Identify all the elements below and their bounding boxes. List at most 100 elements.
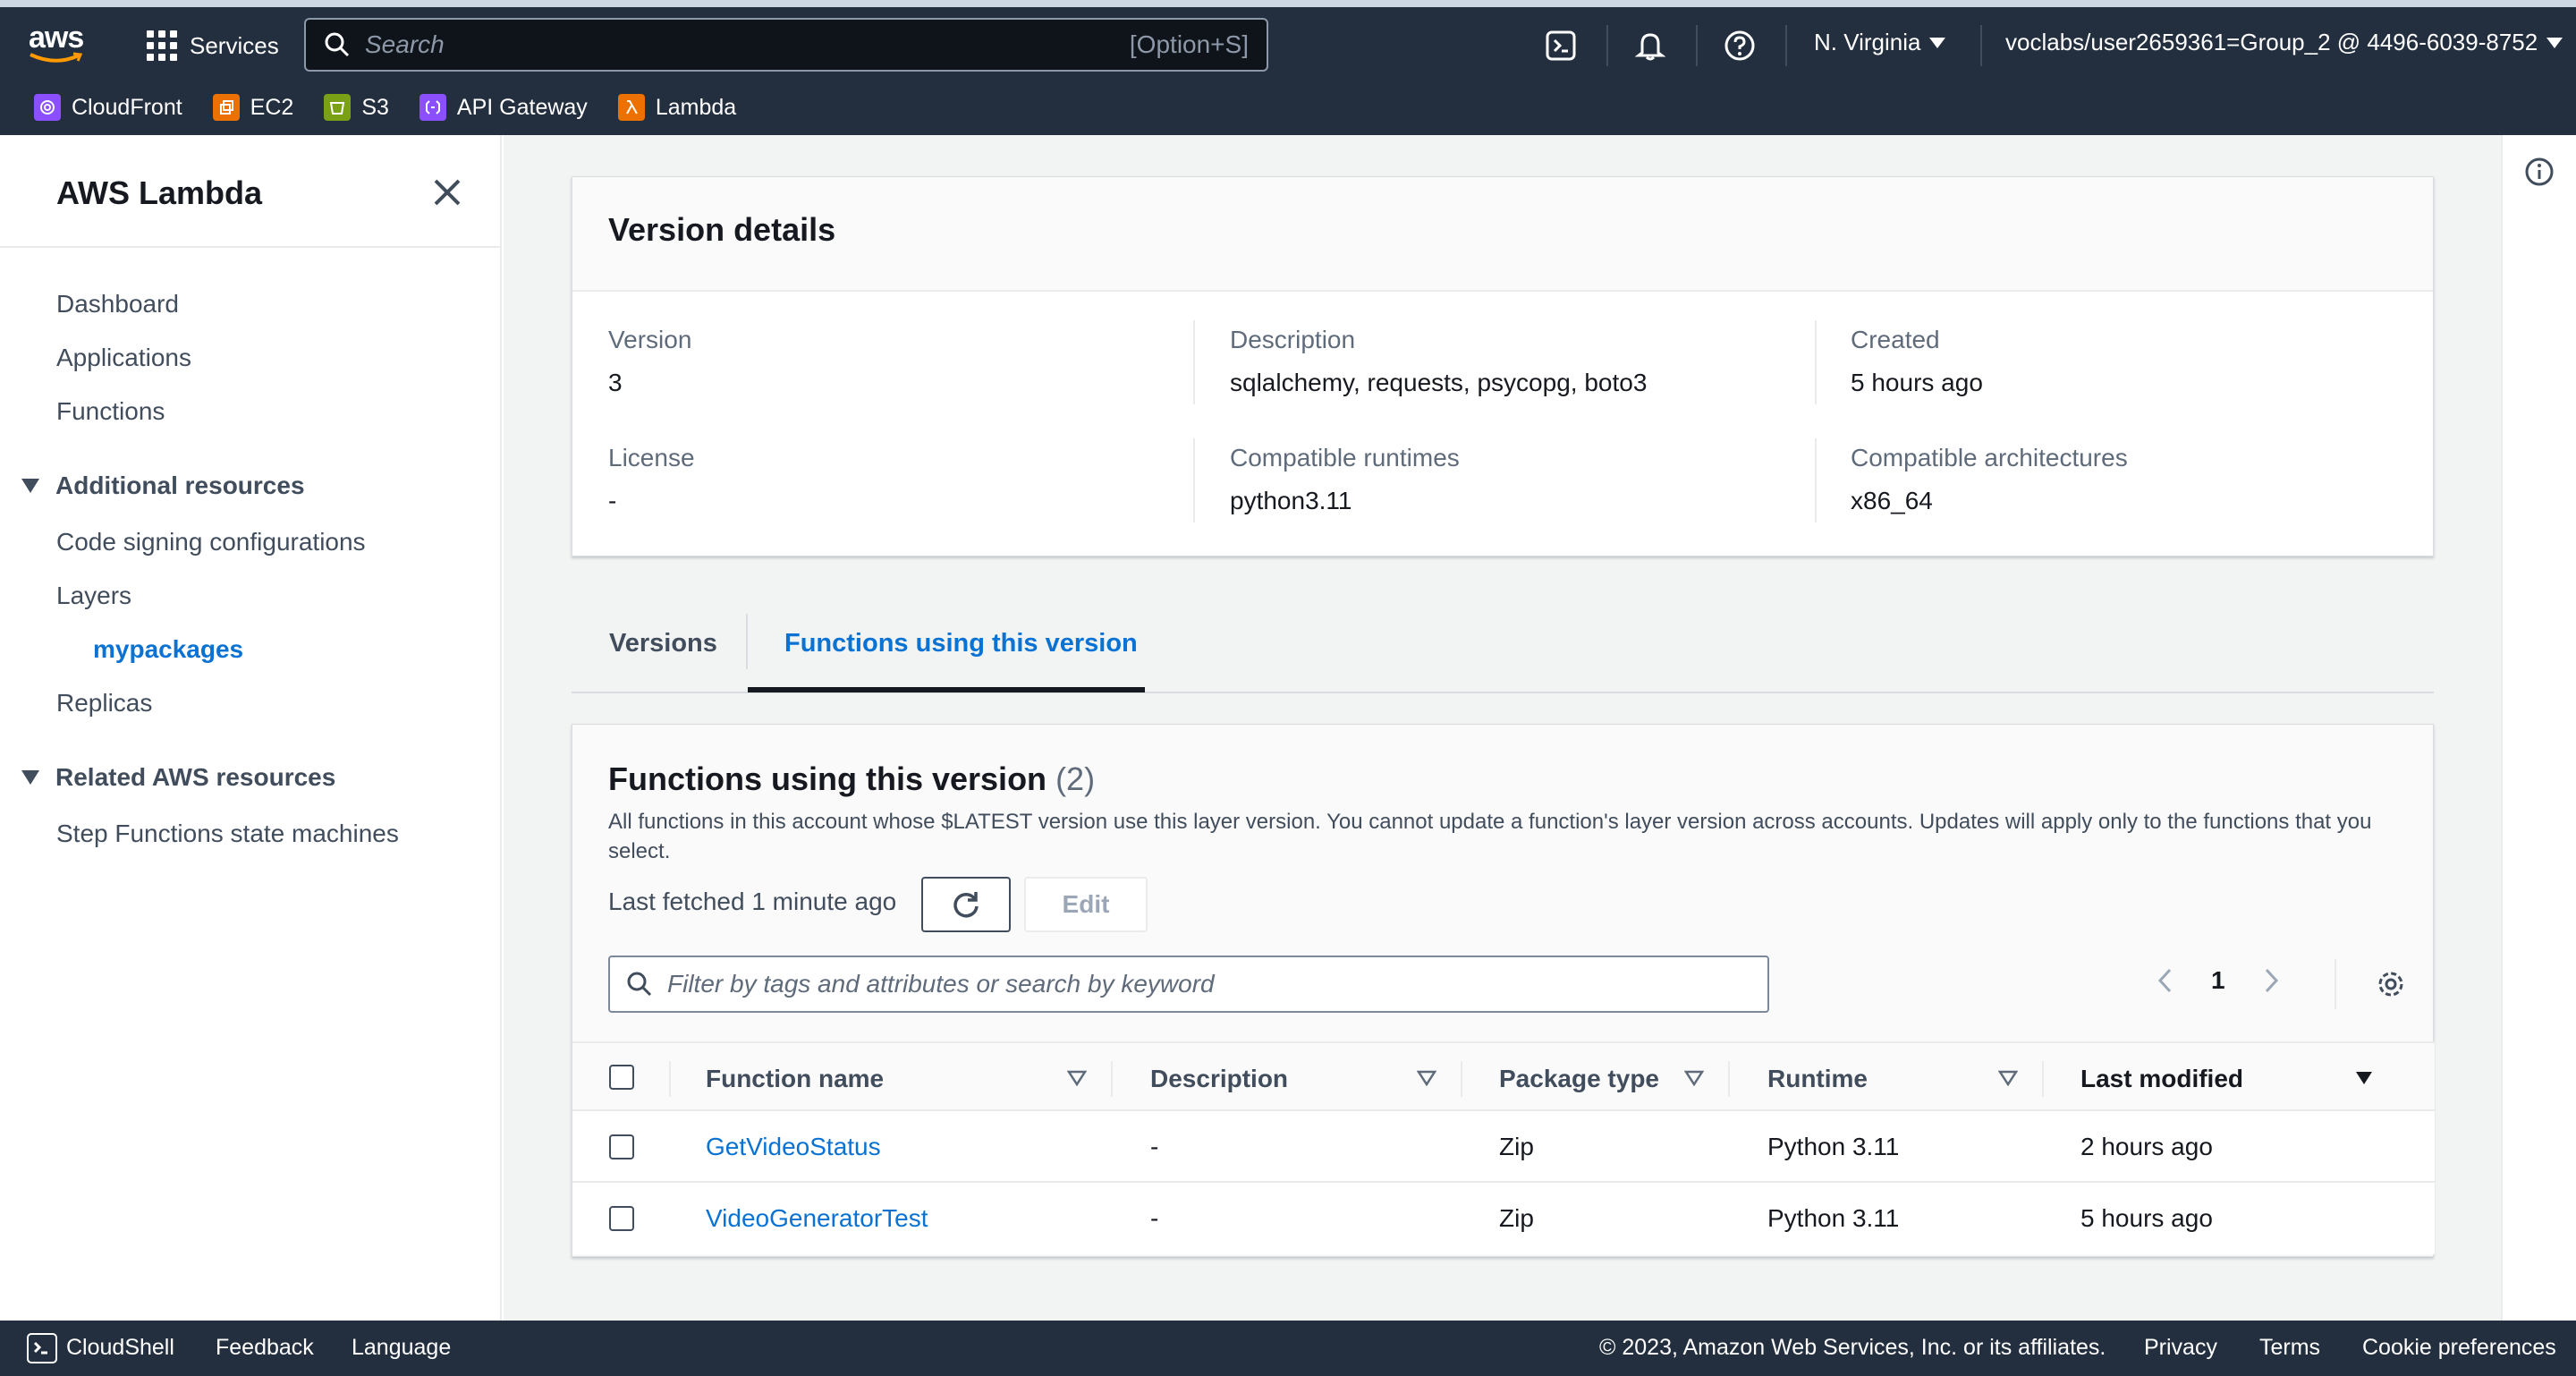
field-value-created: 5 hours ago (1851, 369, 1983, 396)
sort-icon[interactable] (1067, 1070, 1087, 1086)
help-icon[interactable] (1721, 27, 1758, 64)
aws-logo[interactable]: aws (29, 22, 93, 66)
chevron-right-icon[interactable] (2261, 966, 2281, 995)
sidebar-item-dashboard[interactable]: Dashboard (56, 290, 179, 319)
tab-versions[interactable]: Versions (609, 629, 717, 658)
pager-divider (2334, 959, 2336, 1009)
search-placeholder: Search (365, 30, 445, 58)
s3-icon (324, 94, 352, 121)
sidebar-item-mypackages[interactable]: mypackages (93, 635, 243, 664)
cloudfront-icon (34, 94, 61, 121)
caret-down-icon (21, 479, 39, 493)
column-header-last-modified[interactable]: Last modified (2080, 1065, 2243, 1093)
pagination: 1 (2156, 966, 2281, 995)
column-divider (1815, 438, 1817, 522)
aws-smile-icon (30, 52, 83, 63)
lambda-icon (617, 94, 645, 121)
tab-functions-using-version[interactable]: Functions using this version (784, 629, 1138, 658)
sort-icon[interactable] (1684, 1070, 1704, 1086)
bell-icon[interactable] (1631, 27, 1669, 64)
select-all-checkbox[interactable] (609, 1065, 634, 1090)
sidebar: AWS Lambda Dashboard Applications Functi… (0, 135, 502, 1321)
sidebar-title[interactable]: AWS Lambda (56, 174, 262, 212)
sidebar-item-functions[interactable]: Functions (56, 397, 165, 426)
sidebar-item-replicas[interactable]: Replicas (56, 689, 152, 718)
favorite-s3[interactable]: S3 (324, 94, 389, 121)
column-header-function-name[interactable]: Function name (706, 1065, 884, 1093)
services-label: Services (190, 31, 279, 59)
services-menu-button[interactable]: Services (147, 27, 279, 64)
column-divider (669, 1061, 671, 1097)
field-label: Compatible runtimes (1230, 444, 1460, 471)
column-header-runtime[interactable]: Runtime (1767, 1065, 1868, 1093)
favorite-lambda[interactable]: Lambda (617, 94, 736, 121)
column-divider (1728, 1061, 1730, 1097)
region-selector[interactable]: N. Virginia (1814, 29, 1946, 56)
row-checkbox[interactable] (609, 1134, 634, 1159)
refresh-icon (953, 892, 979, 918)
account-label: voclabs/user2659361=Group_2 @ 4496-6039-… (2005, 29, 2538, 55)
api-gateway-icon (419, 94, 446, 121)
favorite-label: EC2 (250, 94, 294, 120)
footer-feedback-link[interactable]: Feedback (216, 1335, 314, 1361)
field-label: Compatible architectures (1851, 444, 2128, 471)
sidebar-item-code-signing[interactable]: Code signing configurations (56, 528, 366, 556)
cloudshell-icon[interactable] (27, 1333, 57, 1363)
help-panel-rail (2501, 135, 2576, 1321)
version-details-panel: Version details Version 3 Description sq… (572, 176, 2434, 556)
favorite-ec2[interactable]: EC2 (212, 94, 294, 121)
table-header: Function name Description Package type R… (572, 1041, 2435, 1111)
footer-copyright: © 2023, Amazon Web Services, Inc. or its… (1599, 1335, 2106, 1360)
table-row: GetVideoStatus - Zip Python 3.11 2 hours… (572, 1111, 2435, 1183)
chevron-left-icon[interactable] (2156, 966, 2175, 995)
region-label: N. Virginia (1814, 29, 1921, 55)
footer-terms-link[interactable]: Terms (2259, 1335, 2320, 1361)
row-checkbox[interactable] (609, 1206, 634, 1231)
footer-language-link[interactable]: Language (352, 1335, 451, 1361)
panel-title-text: Functions using this version (608, 760, 1047, 797)
nav-divider (1785, 25, 1787, 66)
functions-count: (2) (1055, 760, 1096, 797)
close-icon[interactable] (431, 176, 463, 208)
current-page[interactable]: 1 (2211, 966, 2225, 995)
search-input[interactable]: Search [Option+S] (304, 18, 1268, 72)
tab-divider (746, 614, 748, 669)
column-divider (1815, 320, 1817, 404)
refresh-button[interactable] (921, 877, 1011, 932)
filter-input[interactable]: Filter by tags and attributes or search … (608, 956, 1769, 1013)
filter-placeholder: Filter by tags and attributes or search … (667, 970, 1215, 998)
function-name-link[interactable]: GetVideoStatus (706, 1133, 881, 1161)
function-name-link[interactable]: VideoGeneratorTest (706, 1204, 928, 1233)
favorite-label: S3 (361, 94, 389, 120)
footer-cookie-preferences-link[interactable]: Cookie preferences (2362, 1335, 2556, 1361)
info-icon[interactable] (2524, 157, 2555, 187)
field-value-version: 3 (608, 369, 623, 396)
sidebar-item-step-functions[interactable]: Step Functions state machines (56, 820, 399, 848)
sidebar-item-layers[interactable]: Layers (56, 582, 131, 610)
sidebar-item-applications[interactable]: Applications (56, 344, 191, 372)
gear-icon[interactable] (2375, 968, 2407, 1000)
caret-down-icon (1929, 37, 1946, 48)
sort-descending-icon[interactable] (2356, 1072, 2372, 1084)
column-divider (1461, 1061, 1462, 1097)
column-divider (1111, 1061, 1113, 1097)
footer: CloudShell Feedback Language © 2023, Ama… (0, 1321, 2576, 1376)
active-tab-indicator (748, 687, 1145, 692)
top-nav-row: aws Services Search [Option+S] N. Virgin… (0, 7, 2576, 82)
sidebar-section-additional-resources[interactable]: Additional resources (21, 471, 305, 500)
account-menu[interactable]: voclabs/user2659361=Group_2 @ 4496-6039-… (2005, 29, 2563, 56)
functions-panel-title: Functions using this version (2) (608, 760, 1095, 798)
footer-privacy-link[interactable]: Privacy (2144, 1335, 2217, 1361)
sort-icon[interactable] (1998, 1070, 2018, 1086)
sort-icon[interactable] (1417, 1070, 1436, 1086)
favorite-cloudfront[interactable]: CloudFront (34, 94, 182, 121)
column-header-description[interactable]: Description (1150, 1065, 1288, 1093)
sidebar-section-related-resources[interactable]: Related AWS resources (21, 763, 335, 792)
cloudshell-icon[interactable] (1542, 27, 1580, 64)
field-label: Created (1851, 326, 1940, 353)
edit-button[interactable]: Edit (1024, 877, 1148, 932)
favorite-api-gateway[interactable]: API Gateway (419, 94, 588, 121)
search-icon (325, 32, 350, 57)
column-header-package-type[interactable]: Package type (1499, 1065, 1659, 1093)
footer-cloudshell-link[interactable]: CloudShell (66, 1335, 174, 1361)
